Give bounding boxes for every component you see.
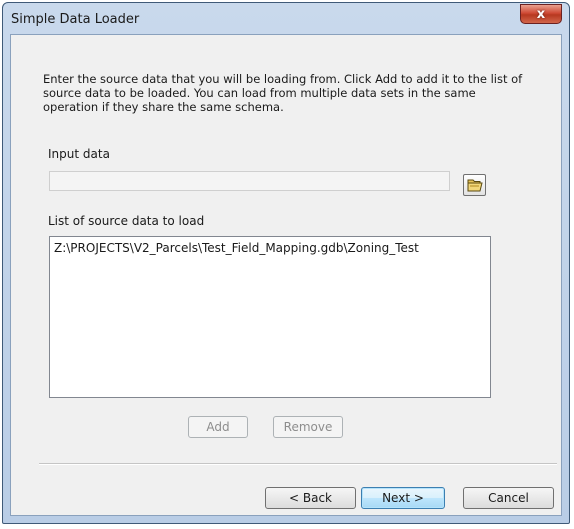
dialog-window: Simple Data Loader x Enter the source da… <box>2 2 570 524</box>
dialog-body: Enter the source data that you will be l… <box>10 34 562 516</box>
title-bar[interactable]: Simple Data Loader x <box>3 3 569 35</box>
source-data-list[interactable]: Z:\PROJECTS\V2_Parcels\Test_Field_Mappin… <box>49 236 491 398</box>
next-button[interactable]: Next > <box>361 487 445 509</box>
list-item[interactable]: Z:\PROJECTS\V2_Parcels\Test_Field_Mappin… <box>54 241 419 255</box>
add-button[interactable]: Add <box>188 416 248 438</box>
input-data-label: Input data <box>48 147 110 161</box>
back-button[interactable]: < Back <box>265 487 356 509</box>
instructions-text: Enter the source data that you will be l… <box>43 72 523 114</box>
separator <box>39 463 557 465</box>
input-data-field[interactable] <box>49 171 450 191</box>
browse-button[interactable] <box>463 174 486 196</box>
cancel-button[interactable]: Cancel <box>463 487 554 509</box>
open-folder-icon <box>467 179 483 192</box>
remove-button[interactable]: Remove <box>273 416 343 438</box>
window-title: Simple Data Loader <box>11 12 140 27</box>
close-icon: x <box>536 6 546 22</box>
source-list-label: List of source data to load <box>48 214 205 228</box>
close-button[interactable]: x <box>520 4 562 24</box>
